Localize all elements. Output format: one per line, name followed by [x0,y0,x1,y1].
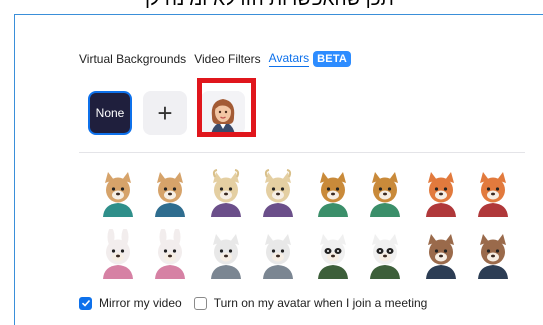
avatar-rabbit-pink-2[interactable] [147,228,193,279]
avatar-bear-white-grey-2[interactable] [255,229,301,279]
background-effects-panel: Virtual Backgrounds Video Filters Avatar… [15,15,543,325]
animal-avatar-icon [263,169,293,217]
tab-bar: Virtual Backgrounds Video Filters Avatar… [79,51,352,67]
selection-highlight-box [197,78,256,137]
add-avatar-button[interactable]: + [143,91,187,135]
avatar-dog-green[interactable] [310,167,356,217]
avatar-otter-navy-2[interactable] [470,229,516,279]
mirror-label: Mirror my video [99,296,182,310]
animal-avatar-icon [103,228,133,279]
avatar-fox-red[interactable] [418,167,464,217]
avatar-panda-green-2[interactable] [362,229,408,279]
beta-badge: BETA [313,51,352,67]
animal-avatar-icon [211,234,241,279]
animal-avatar-icon [370,172,400,217]
animal-avatar-icon [426,172,456,217]
avatar-panda-green[interactable] [310,229,356,279]
mirror-checkbox[interactable] [79,296,92,310]
caption-text: ייתכן שהאפשרות הזו לא זמינה לך [0,0,543,8]
animal-avatar-icon [318,234,348,279]
animal-avatar-icon [426,234,456,279]
avatar-cat-blue[interactable] [147,167,193,217]
avatar-bear-white-grey[interactable] [203,229,249,279]
tab-virtual-backgrounds[interactable]: Virtual Backgrounds [79,52,186,66]
animal-avatar-icon [318,172,348,217]
animal-avatar-icon [478,172,508,217]
avatar-cow-purple[interactable] [203,167,249,217]
avatar-rabbit-pink[interactable] [95,228,141,279]
checkmark-icon [81,299,90,307]
avatar-otter-navy[interactable] [418,229,464,279]
animal-avatar-icon [478,234,508,279]
animal-avatar-icon [155,228,185,279]
tab-video-filters[interactable]: Video Filters [194,52,260,66]
avatar-cow-purple-2[interactable] [255,167,301,217]
avatar-options: Mirror my video Turn on my avatar when I… [79,296,427,310]
none-label: None [95,106,125,120]
avatar-dog-green-2[interactable] [362,167,408,217]
animal-avatar-icon [263,234,293,279]
section-divider [79,152,525,153]
animal-avatar-icon [103,172,133,217]
avatar-cat-teal[interactable] [95,167,141,217]
animal-avatar-icon [211,169,241,217]
avatar-on-join-checkbox[interactable] [193,296,207,310]
animal-avatar-icon [155,172,185,217]
avatar-fox-red-2[interactable] [470,167,516,217]
tab-avatars[interactable]: Avatars [268,51,310,67]
avatar-on-join-label: Turn on my avatar when I join a meeting [213,296,428,310]
avatar-none-option[interactable]: None [88,91,132,135]
animal-avatar-icon [370,234,400,279]
plus-icon: + [157,97,173,128]
